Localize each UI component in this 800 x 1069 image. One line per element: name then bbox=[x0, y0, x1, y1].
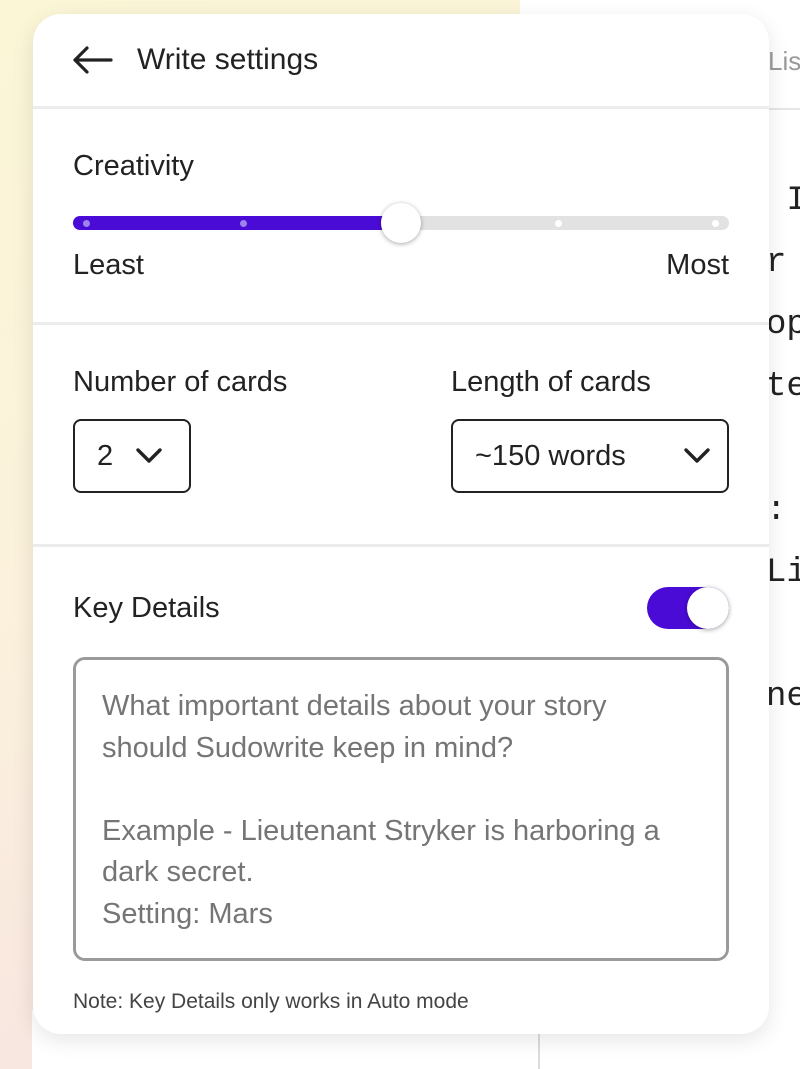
slider-step-dot bbox=[554, 220, 562, 227]
slider-step-dot bbox=[240, 220, 248, 227]
key-details-section: Key Details Note: Key Details only works… bbox=[33, 547, 769, 1014]
slider-range-labels: Least Most bbox=[73, 249, 729, 282]
chevron-down-icon bbox=[683, 447, 711, 465]
cards-section: Number of cards 2 Length of cards ~150 w… bbox=[33, 325, 769, 547]
code-line: I bbox=[786, 182, 800, 220]
slider-min-label: Least bbox=[73, 249, 144, 281]
cards-row: Number of cards 2 Length of cards ~150 w… bbox=[73, 365, 729, 493]
panel-header: Write settings bbox=[33, 14, 769, 109]
slider-thumb[interactable] bbox=[381, 203, 421, 243]
background-tab-label[interactable]: Lis bbox=[768, 46, 800, 77]
length-of-cards-group: Length of cards ~150 words bbox=[451, 365, 729, 493]
code-line: op bbox=[766, 306, 800, 344]
code-line: r bbox=[766, 244, 787, 282]
key-details-note: Note: Key Details only works in Auto mod… bbox=[73, 990, 469, 1013]
number-of-cards-value: 2 bbox=[97, 439, 114, 472]
key-details-header: Key Details bbox=[73, 587, 729, 629]
creativity-label: Creativity bbox=[73, 150, 194, 182]
code-line: ​ bbox=[766, 604, 800, 666]
key-details-label: Key Details bbox=[73, 592, 220, 624]
slider-fill bbox=[73, 216, 401, 230]
arrow-left-icon bbox=[73, 46, 113, 74]
background-document-text[interactable]: Ir op te ​: Li ​ ne bbox=[766, 170, 800, 728]
panel-title: Write settings bbox=[137, 43, 319, 76]
chevron-down-icon bbox=[135, 447, 163, 465]
creativity-section: Creativity Least Most bbox=[33, 109, 769, 325]
length-of-cards-label: Length of cards bbox=[451, 366, 651, 398]
length-of-cards-value: ~150 words bbox=[475, 439, 626, 472]
code-line: : bbox=[766, 492, 787, 530]
code-line: ​ bbox=[766, 418, 800, 480]
code-line: Li bbox=[766, 554, 800, 592]
slider-max-label: Most bbox=[666, 249, 729, 281]
toggle-knob bbox=[687, 587, 729, 629]
back-button[interactable] bbox=[71, 38, 115, 82]
slider-step-dot bbox=[82, 220, 90, 227]
code-line: te bbox=[766, 368, 800, 406]
key-details-textarea[interactable] bbox=[73, 657, 729, 961]
number-of-cards-label: Number of cards bbox=[73, 366, 288, 398]
creativity-slider[interactable] bbox=[73, 203, 729, 243]
length-of-cards-select[interactable]: ~150 words bbox=[451, 419, 729, 493]
write-settings-panel: Write settings Creativity Least Most Num… bbox=[33, 14, 769, 1034]
number-of-cards-group: Number of cards 2 bbox=[73, 365, 287, 493]
number-of-cards-select[interactable]: 2 bbox=[73, 419, 191, 493]
code-line: ne bbox=[766, 678, 800, 716]
key-details-toggle[interactable] bbox=[647, 587, 729, 629]
